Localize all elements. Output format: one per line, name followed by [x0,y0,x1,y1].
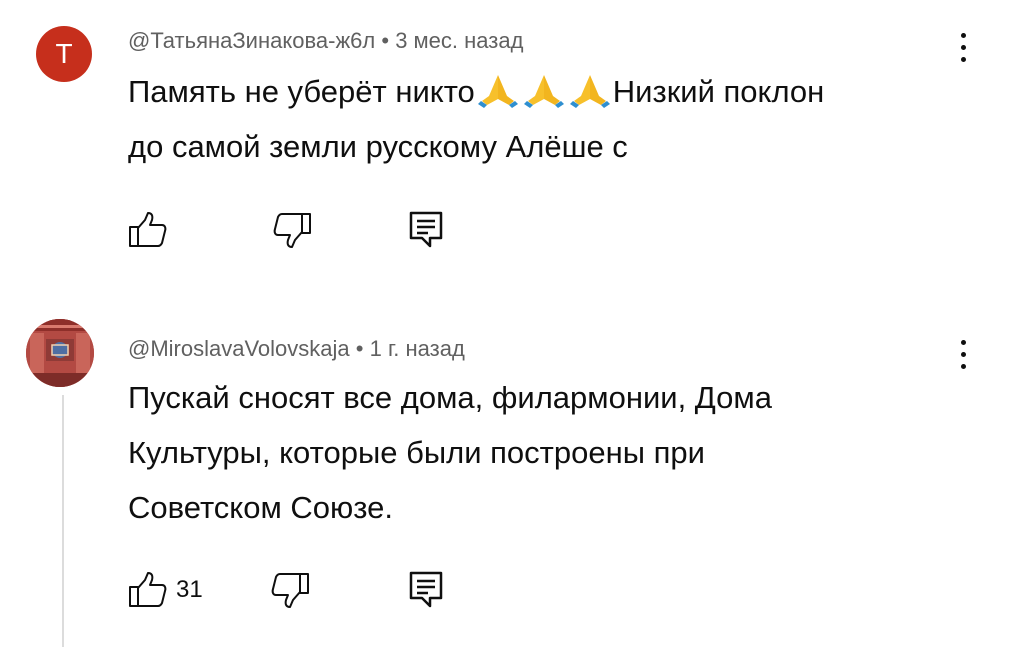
folded-hands-icon [523,75,564,108]
comment-time[interactable]: 1 г. назад [370,336,465,361]
thumb-down-icon[interactable] [272,210,312,250]
comment-text: Память не уберёт никто Низкий поклон до с… [128,64,978,174]
comment-text-line: Память не уберёт никто [128,74,475,109]
comment-text-line: до самой земли русскому Алёше с [128,129,628,164]
folded-hands-icon [569,75,610,108]
meta-separator: • [381,28,396,53]
avatar-photo [26,319,94,387]
comment-author[interactable]: @MiroslavaVolovskaja [128,336,350,361]
comment-text-line: Советском Союзе. [128,490,393,525]
reply-icon[interactable] [408,210,444,250]
thumb-down-icon[interactable] [270,570,310,610]
thumb-up-icon[interactable] [128,570,168,610]
avatar[interactable] [26,319,94,387]
comment-text-line: Пускай сносят все дома, филармонии, Дома [128,380,772,415]
reply-icon[interactable] [408,570,444,610]
comment-meta: @MiroslavaVolovskaja • 1 г. назад [128,336,465,362]
comment: @MiroslavaVolovskaja • 1 г. назад Пускай… [0,300,1024,647]
thumb-up-icon[interactable] [128,210,168,250]
comment-text-line: Культуры, которые были построены при [128,435,705,470]
thread-line [62,395,64,647]
avatar[interactable]: T [36,26,92,82]
comment-text: Пускай сносят все дома, филармонии, Дома… [128,370,978,535]
meta-separator: • [355,336,370,361]
comment-time[interactable]: 3 мес. назад [395,28,523,53]
like-count: 31 [176,576,203,603]
comment-meta: @ТатьянаЗинакова-ж6л • 3 мес. назад [128,28,523,54]
more-vert-icon[interactable] [958,33,968,63]
comment-author[interactable]: @ТатьянаЗинакова-ж6л [128,28,375,53]
comment-text-line: Низкий поклон [612,74,825,109]
comment: T @ТатьянаЗинакова-ж6л • 3 мес. назад Па… [0,0,1024,300]
more-vert-icon[interactable] [958,340,968,370]
folded-hands-icon [477,75,518,108]
